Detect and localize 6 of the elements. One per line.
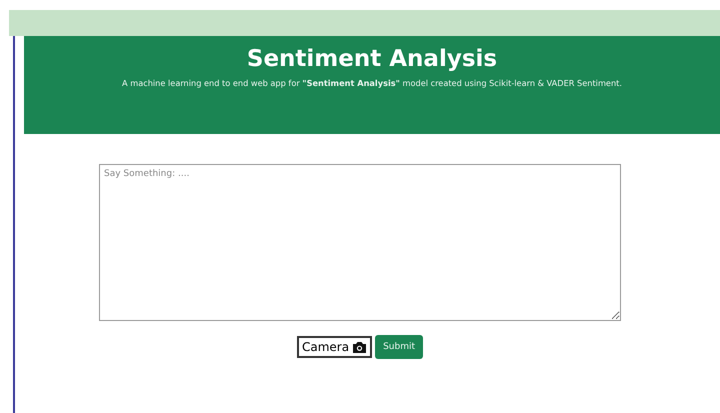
camera-icon xyxy=(352,340,368,354)
page-title: Sentiment Analysis xyxy=(246,46,498,72)
text-input-field[interactable]: Say Something: .... xyxy=(99,164,621,321)
page-subtitle: A machine learning end to end web app for "Sentiment Analysis" model created using Scikit-learn & VADER Sentiment. xyxy=(121,78,623,88)
camera-button[interactable]: Camera xyxy=(296,336,372,358)
submit-button[interactable]: Submit xyxy=(375,335,424,359)
